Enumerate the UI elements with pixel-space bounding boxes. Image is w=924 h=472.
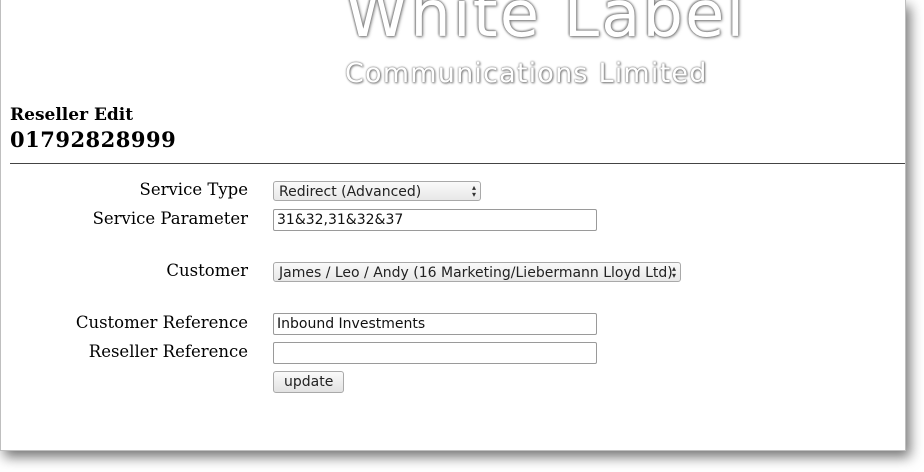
phone-number: 01792828999 xyxy=(10,127,177,152)
up-down-chevron-icon: ▴ ▾ xyxy=(471,183,476,199)
customer-select[interactable]: James / Leo / Andy (16 Marketing/Lieberm… xyxy=(273,262,681,282)
update-button[interactable]: update xyxy=(273,371,345,393)
service-type-label: Service Type xyxy=(139,180,248,199)
service-parameter-input[interactable] xyxy=(273,209,597,231)
customer-reference-input[interactable] xyxy=(273,313,597,335)
reseller-reference-label: Reseller Reference xyxy=(88,342,248,361)
up-down-chevron-icon: ▴ ▾ xyxy=(671,264,676,280)
brand-logo: White Label Communications Limited xyxy=(1,0,905,96)
browser-page: White Label Communications Limited Resel… xyxy=(0,0,906,451)
service-type-select[interactable]: Redirect (Advanced) ▴ ▾ xyxy=(273,181,481,201)
service-parameter-label: Service Parameter xyxy=(92,209,248,228)
reseller-reference-input[interactable] xyxy=(273,342,597,364)
logo-subtitle: Communications Limited xyxy=(345,58,708,89)
page-title: Reseller Edit xyxy=(10,105,134,125)
logo-title: White Label xyxy=(345,0,747,52)
divider xyxy=(10,163,905,164)
service-type-value: Redirect (Advanced) xyxy=(279,184,422,200)
customer-reference-label: Customer Reference xyxy=(75,313,248,332)
customer-label: Customer xyxy=(166,261,248,280)
customer-value: James / Leo / Andy (16 Marketing/Lieberm… xyxy=(279,265,673,281)
